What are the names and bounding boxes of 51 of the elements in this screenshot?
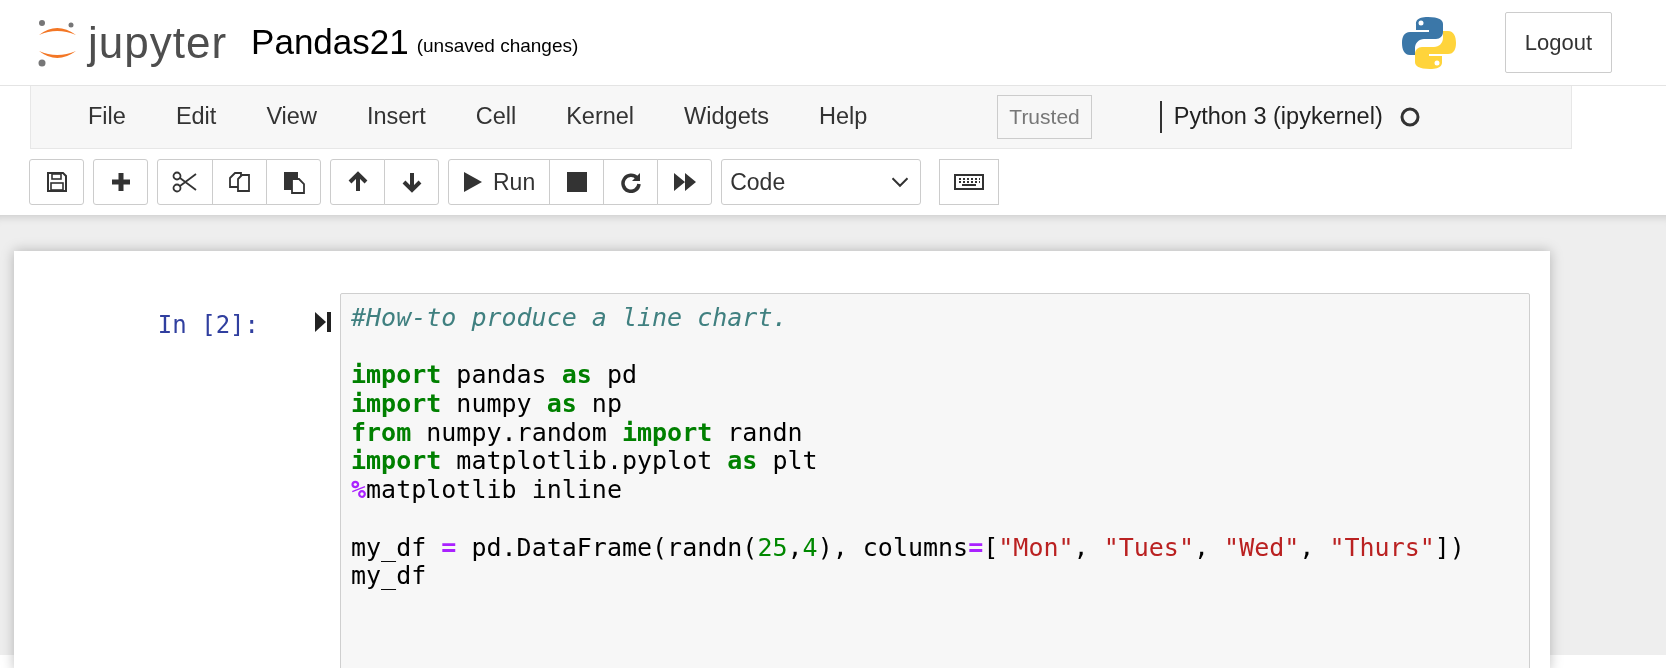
code-editor[interactable] [340, 293, 1530, 668]
menu-item[interactable]: File [63, 99, 151, 135]
code-line: my_df = pd.DataFrame(randn(25,4), columns=["Mon", "Tues", "Wed", "Thurs"]) [351, 533, 1466, 563]
up-arrow-button[interactable] [330, 159, 385, 205]
run-button[interactable]: Run [448, 159, 551, 205]
menu-item[interactable]: Widgets [659, 99, 794, 135]
fast-forward-button[interactable] [657, 159, 713, 205]
save-icon [45, 171, 68, 193]
menu-item[interactable]: Edit [150, 99, 242, 135]
clipboard-icon [281, 170, 306, 194]
logout-button[interactable]: Logout [1504, 12, 1612, 73]
keyboard-icon [954, 174, 985, 190]
code-line: import pandas as pd [351, 361, 638, 391]
menu-item[interactable]: Insert [341, 99, 451, 135]
code-line: from numpy.random import randn [351, 418, 804, 448]
menu-item[interactable]: Help [794, 99, 893, 135]
stop-button[interactable] [549, 159, 605, 205]
down-arrow-button[interactable] [384, 159, 439, 205]
play-icon [463, 171, 483, 193]
jupyter-logo-text[interactable]: jupyter [88, 20, 228, 65]
run-cell-icon[interactable] [314, 311, 332, 333]
plus-icon [109, 171, 132, 193]
code-line: import numpy as np [351, 390, 623, 419]
code-line: my_df [351, 562, 428, 591]
keyboard-button[interactable] [939, 159, 1000, 205]
fast-forward-icon [672, 172, 697, 192]
python-logo-icon [1400, 14, 1457, 71]
restart-icon [619, 171, 642, 193]
menu-item[interactable]: Kernel [541, 99, 660, 135]
clipboard-button[interactable] [266, 159, 321, 205]
menu-item[interactable]: View [241, 99, 342, 135]
copy-icon [227, 170, 252, 194]
scissors-button[interactable] [157, 159, 213, 205]
down-arrow-icon [400, 171, 423, 193]
plus-button[interactable] [93, 159, 148, 205]
code-line: %matplotlib inline [351, 476, 623, 505]
stop-icon [566, 172, 587, 192]
input-prompt: In [2]: [156, 310, 260, 341]
save-status: (unsaved changes) [416, 34, 579, 59]
cell-type-dropdown[interactable]: Code [721, 159, 922, 205]
up-arrow-icon [346, 171, 369, 193]
kernel-name: Python 3 (ipykernel) [1159, 101, 1383, 133]
code-line: import matplotlib.pyplot as plt [351, 447, 819, 477]
trusted-indicator[interactable]: Trusted [997, 95, 1092, 139]
save-button[interactable] [29, 159, 84, 205]
menu-item[interactable]: Cell [450, 99, 542, 135]
restart-button[interactable] [603, 159, 659, 205]
copy-button[interactable] [212, 159, 267, 205]
scissors-icon [172, 171, 198, 193]
code-line: #How-to produce a line chart. [351, 304, 789, 333]
notebook-name[interactable]: Pandas21 [251, 16, 409, 69]
